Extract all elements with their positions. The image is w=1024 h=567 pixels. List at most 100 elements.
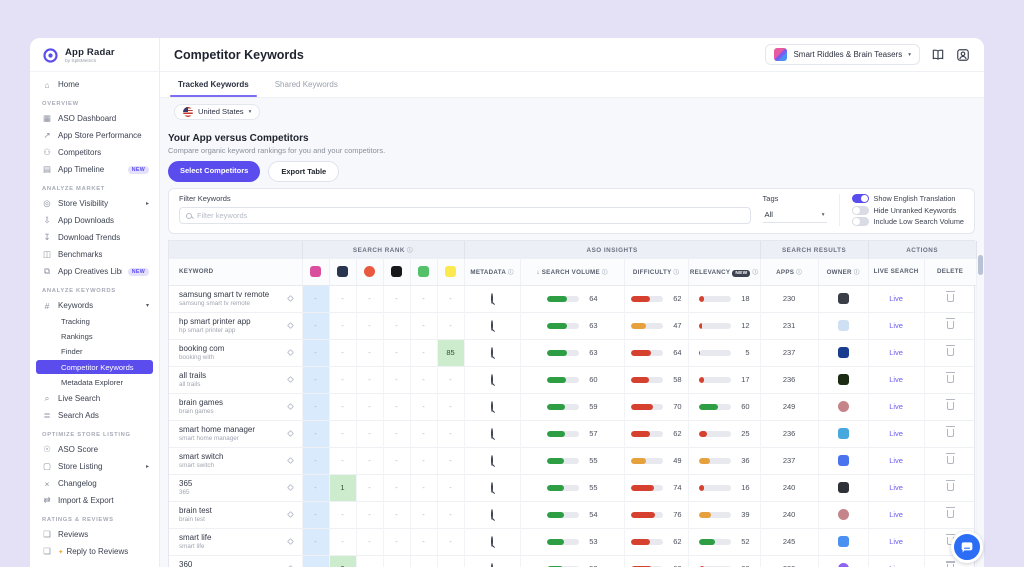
toggle-show-english-translation[interactable]: Show English Translation — [852, 194, 964, 203]
info-icon[interactable]: ⓘ — [854, 270, 860, 276]
scrollbar-thumb[interactable] — [978, 255, 983, 275]
toggle-switch[interactable] — [852, 206, 869, 215]
country-selector[interactable]: United States ▾ — [174, 104, 260, 120]
trash-icon[interactable] — [947, 375, 954, 383]
sidebar-item-home[interactable]: ⌂Home — [30, 76, 159, 93]
column-apps[interactable]: APPS ⓘ — [760, 259, 818, 285]
trash-icon[interactable] — [947, 429, 954, 437]
sidebar-item-tracking[interactable]: Tracking — [30, 314, 159, 329]
live-search-link[interactable]: Live — [868, 528, 924, 555]
sidebar-item-download-trends[interactable]: ↧Download Trends — [30, 229, 159, 246]
sidebar-item-search-ads[interactable]: ≣Search Ads — [30, 407, 159, 424]
live-search-link[interactable]: Live — [868, 285, 924, 312]
live-search-link[interactable]: Live — [868, 393, 924, 420]
live-search-link[interactable]: Live — [868, 366, 924, 393]
sidebar-item-app-store-performance[interactable]: ↗App Store Performance — [30, 127, 159, 144]
column-competitor-6[interactable] — [437, 259, 464, 285]
column-owner[interactable]: OWNER ⓘ — [818, 259, 868, 285]
sidebar-item-reviews[interactable]: ❏Reviews — [30, 526, 159, 543]
column-own-app[interactable] — [302, 259, 329, 285]
app-radar-logo[interactable]: App Radar by SplitMetrics — [30, 38, 159, 72]
metric-bar — [699, 350, 731, 356]
trash-icon[interactable] — [947, 321, 954, 329]
info-icon[interactable]: ⓘ — [796, 270, 802, 276]
live-search-link[interactable]: Live — [868, 474, 924, 501]
info-icon[interactable]: ⓘ — [407, 248, 413, 254]
sidebar-item-aso-score[interactable]: ☉ASO Score — [30, 441, 159, 458]
rank-cell: - — [437, 285, 464, 312]
apps-count-cell: 245 — [760, 528, 818, 555]
live-search-link[interactable]: Live — [868, 420, 924, 447]
sidebar-item-finder[interactable]: Finder — [30, 344, 159, 359]
column-competitor-5[interactable] — [410, 259, 437, 285]
filter-keywords-input[interactable]: Filter keywords — [179, 207, 751, 224]
column-competitor-4[interactable] — [383, 259, 410, 285]
trash-icon[interactable] — [947, 348, 954, 356]
column-keyword[interactable]: KEYWORD — [169, 259, 302, 285]
metadata-search-icon[interactable] — [491, 320, 493, 331]
trash-icon[interactable] — [947, 483, 954, 491]
metadata-search-icon[interactable] — [491, 401, 493, 412]
trash-icon[interactable] — [947, 456, 954, 464]
select-competitors-button[interactable]: Select Competitors — [168, 161, 260, 182]
info-icon[interactable]: ⓘ — [602, 270, 608, 276]
metadata-search-icon[interactable] — [491, 536, 493, 547]
toggle-switch[interactable] — [852, 194, 869, 203]
live-search-link[interactable]: Live — [868, 312, 924, 339]
sidebar-item-live-search[interactable]: ⌕Live Search — [30, 390, 159, 407]
info-icon[interactable]: ⓘ — [508, 270, 514, 276]
sidebar-item-changelog[interactable]: ×Changelog — [30, 475, 159, 492]
metadata-search-icon[interactable] — [491, 374, 493, 385]
sidebar-item-app-timeline[interactable]: ▤App TimelineNEW — [30, 161, 159, 178]
metadata-search-icon[interactable] — [491, 293, 493, 304]
toggle-label: Show English Translation — [874, 194, 956, 203]
sidebar-item-aso-dashboard[interactable]: ▦ASO Dashboard — [30, 110, 159, 127]
sidebar-item-import-export[interactable]: ⇄Import & Export — [30, 492, 159, 509]
metadata-search-icon[interactable] — [491, 509, 493, 520]
toggle-hide-unranked-keywords[interactable]: Hide Unranked Keywords — [852, 206, 964, 215]
column-competitor-3[interactable] — [356, 259, 383, 285]
sidebar-item-app-creatives-library[interactable]: ⧉App Creatives LibraryNEW — [30, 263, 159, 280]
export-table-button[interactable]: Export Table — [268, 161, 339, 182]
apps-count-cell: 236 — [760, 366, 818, 393]
metadata-search-icon[interactable] — [491, 482, 493, 493]
live-search-link[interactable]: Live — [868, 339, 924, 366]
docs-button[interactable] — [930, 47, 945, 62]
live-search-link[interactable]: Live — [868, 555, 924, 567]
sidebar-item-keywords[interactable]: #Keywords▾ — [30, 297, 159, 314]
sidebar-nav: ⌂HomeOVERVIEW▦ASO Dashboard↗App Store Pe… — [30, 72, 159, 560]
metadata-search-icon[interactable] — [491, 455, 493, 466]
account-button[interactable] — [955, 47, 970, 62]
info-icon[interactable]: ⓘ — [673, 270, 679, 276]
sidebar-item-rankings[interactable]: Rankings — [30, 329, 159, 344]
tags-select[interactable]: All ▾ — [763, 207, 827, 223]
app-selector[interactable]: Smart Riddles & Brain Teasers ▾ — [765, 44, 920, 65]
trash-icon[interactable] — [947, 402, 954, 410]
tab-tracked-keywords[interactable]: Tracked Keywords — [176, 80, 251, 97]
metadata-search-icon[interactable] — [491, 563, 493, 567]
live-search-link[interactable]: Live — [868, 501, 924, 528]
tab-shared-keywords[interactable]: Shared Keywords — [273, 80, 340, 97]
sidebar-item-app-downloads[interactable]: ⇩App Downloads — [30, 212, 159, 229]
toggle-include-low-search-volume[interactable]: Include Low Search Volume — [852, 217, 964, 226]
trash-icon[interactable] — [947, 294, 954, 302]
trash-icon[interactable] — [947, 510, 954, 518]
sidebar-item-metadata-explorer[interactable]: Metadata Explorer — [30, 375, 159, 390]
column-metadata[interactable]: METADATA ⓘ — [464, 259, 520, 285]
column-relevancy[interactable]: RELEVANCYNEW ⓘ — [688, 259, 760, 285]
sidebar-item-competitor-keywords[interactable]: Competitor Keywords — [36, 360, 153, 374]
toggle-switch[interactable] — [852, 217, 869, 226]
info-icon[interactable]: ⓘ — [752, 270, 758, 276]
sidebar-item-store-listing[interactable]: ▢Store Listing▸ — [30, 458, 159, 475]
column-search-volume[interactable]: ↓ SEARCH VOLUME ⓘ — [520, 259, 624, 285]
column-competitor-2[interactable] — [329, 259, 356, 285]
sidebar-item-store-visibility[interactable]: ◎Store Visibility▸ — [30, 195, 159, 212]
metadata-search-icon[interactable] — [491, 347, 493, 358]
metadata-search-icon[interactable] — [491, 428, 493, 439]
live-search-link[interactable]: Live — [868, 447, 924, 474]
sidebar-item-competitors[interactable]: ⚇Competitors — [30, 144, 159, 161]
sidebar-item-reply-to-reviews[interactable]: ❏✦Reply to Reviews — [30, 543, 159, 560]
column-difficulty[interactable]: DIFFICULTY ⓘ — [624, 259, 688, 285]
chat-widget-button[interactable] — [951, 531, 983, 563]
sidebar-item-benchmarks[interactable]: ◫Benchmarks — [30, 246, 159, 263]
